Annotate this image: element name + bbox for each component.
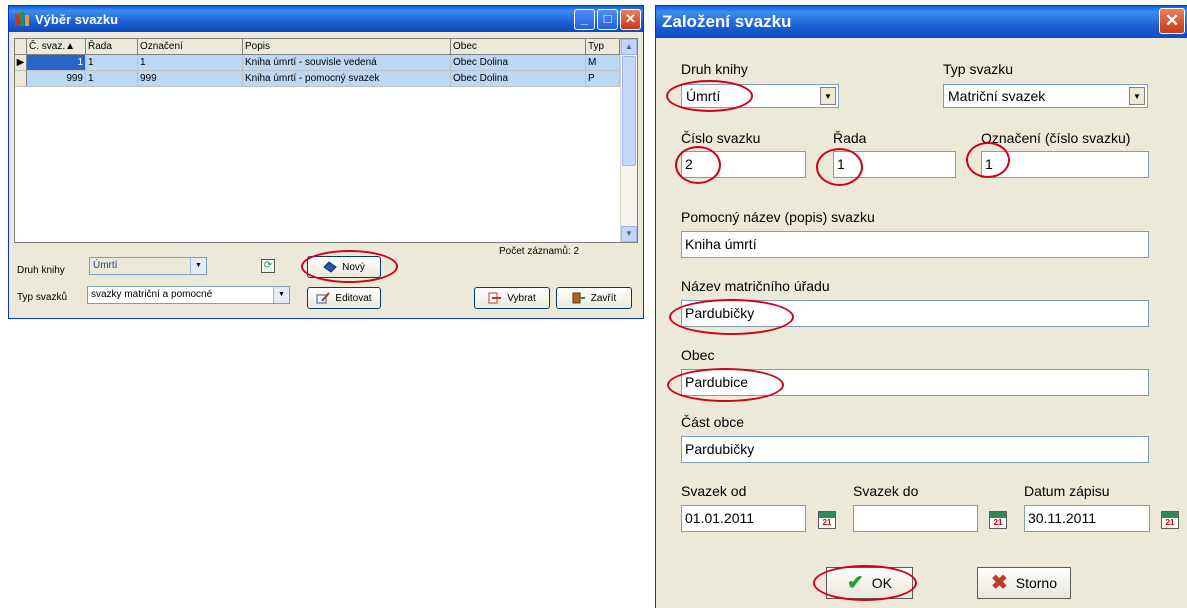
ok-button[interactable]: ✔ OK [826, 567, 913, 599]
calendar-icon[interactable]: 21 [1161, 511, 1179, 529]
cell-oznaceni[interactable]: 1 [138, 55, 243, 71]
cell-rada[interactable]: 1 [86, 55, 138, 71]
nazev-uradu-label: Název matričního úřadu [681, 278, 830, 294]
oznaceni-input[interactable]: 1 [981, 151, 1149, 178]
chevron-down-icon[interactable]: ▼ [820, 87, 836, 105]
typ-svazku-label: Typ svazku [943, 61, 1014, 77]
typ-svazku-label: Typ svazků [17, 292, 68, 303]
obec-input[interactable]: Pardubice [681, 369, 1149, 396]
svazky-table[interactable]: Č. svaz.▲ Řada Označení Popis Obec Typ ▶… [14, 38, 638, 243]
close-button[interactable]: ✕ [1159, 8, 1185, 34]
table-header: Č. svaz.▲ Řada Označení Popis Obec Typ [15, 39, 620, 55]
edit-icon [316, 292, 331, 304]
typ-svazku-select[interactable]: svazky matriční a pomocné ▼ [87, 286, 290, 304]
record-count: Počet záznamů: 2 [499, 246, 580, 257]
column-header-rada[interactable]: Řada [86, 39, 138, 55]
obec-label: Obec [681, 347, 715, 363]
svazek-od-input[interactable]: 01.01.2011 [681, 505, 806, 532]
cast-obce-input[interactable]: Pardubičky [681, 436, 1149, 463]
datum-zapisu-label: Datum zápisu [1024, 483, 1110, 499]
refresh-icon[interactable]: ⟳ [261, 259, 275, 273]
datum-zapisu-input[interactable]: 30.11.2011 [1024, 505, 1150, 532]
zavrit-button[interactable]: Zavřít [556, 287, 632, 309]
vybrat-button[interactable]: Vybrat [474, 287, 550, 309]
rada-label: Řada [833, 130, 867, 146]
cell-oznaceni[interactable]: 999 [138, 71, 243, 87]
column-header-popis[interactable]: Popis [243, 39, 451, 55]
title-bar[interactable]: Výběr svazku _ □ ✕ [9, 6, 643, 32]
cell-obec[interactable]: Obec Dolina [451, 55, 586, 71]
cislo-svazku-input[interactable]: 2 [681, 151, 806, 178]
cell-obec[interactable]: Obec Dolina [451, 71, 586, 87]
chevron-down-icon[interactable]: ▼ [1129, 87, 1145, 105]
cell-rada[interactable]: 1 [86, 71, 138, 87]
row-indicator [15, 71, 27, 87]
druh-knihy-label: Druh knihy [681, 61, 748, 77]
close-button[interactable]: ✕ [620, 9, 641, 30]
cancel-x-icon: ✖ [990, 572, 1008, 594]
storno-button[interactable]: ✖ Storno [977, 567, 1071, 599]
druh-knihy-select[interactable]: Úmrtí ▼ [681, 84, 839, 108]
table-row[interactable]: ▶ 1 1 1 Kniha úmrtí - souvisle vedená Ob… [15, 55, 620, 71]
column-header-typ[interactable]: Typ [586, 39, 620, 55]
row-pointer-icon: ▶ [15, 55, 27, 71]
cell-typ[interactable]: P [586, 71, 620, 87]
column-header-cislo[interactable]: Č. svaz.▲ [27, 39, 86, 55]
column-header-oznaceni[interactable]: Označení [138, 39, 243, 55]
pomocny-nazev-input[interactable]: Kniha úmrtí [681, 231, 1149, 258]
exit-door-icon [572, 292, 586, 304]
indicator-header [15, 39, 27, 55]
scroll-down-icon[interactable]: ▼ [621, 226, 637, 242]
title-bar[interactable]: Založení svazku ✕ [656, 6, 1187, 38]
cislo-svazku-label: Číslo svazku [681, 130, 761, 146]
zalozeni-svazku-dialog: Založení svazku ✕ Druh knihy Úmrtí ▼ Typ… [655, 5, 1187, 608]
svazek-od-label: Svazek od [681, 483, 747, 499]
vertical-scrollbar[interactable]: ▲ ▼ [620, 39, 637, 242]
select-icon [488, 292, 502, 304]
maximize-button[interactable]: □ [597, 9, 618, 30]
druh-knihy-label: Druh knihy [17, 265, 65, 276]
cell-popis[interactable]: Kniha úmrtí - souvisle vedená [243, 55, 451, 71]
cast-obce-label: Část obce [681, 414, 745, 430]
new-record-icon [323, 261, 337, 273]
dialog-title: Založení svazku [662, 12, 792, 31]
druh-knihy-select[interactable]: Úmrtí ▼ [89, 257, 207, 275]
cell-cislo[interactable]: 1 [27, 55, 86, 71]
books-icon [15, 12, 29, 26]
rada-input[interactable]: 1 [833, 151, 956, 178]
checkmark-icon: ✔ [847, 572, 864, 594]
chevron-down-icon[interactable]: ▼ [190, 258, 206, 274]
pomocny-nazev-label: Pomocný název (popis) svazku [681, 209, 875, 225]
cell-cislo[interactable]: 999 [27, 71, 86, 87]
typ-svazku-select[interactable]: Matriční svazek ▼ [943, 84, 1148, 108]
cell-typ[interactable]: M [586, 55, 620, 71]
scroll-thumb[interactable] [622, 56, 636, 166]
chevron-down-icon[interactable]: ▼ [273, 287, 289, 303]
calendar-icon[interactable]: 21 [818, 511, 836, 529]
window-title: Výběr svazku [35, 11, 119, 27]
calendar-icon[interactable]: 21 [989, 511, 1007, 529]
oznaceni-label: Označení (číslo svazku) [981, 130, 1131, 146]
table-row[interactable]: 999 1 999 Kniha úmrtí - pomocný svazek O… [15, 71, 620, 87]
vyber-svazku-window: Výběr svazku _ □ ✕ Č. svaz.▲ Řada Označe… [8, 5, 644, 319]
scroll-up-icon[interactable]: ▲ [621, 39, 637, 55]
column-header-obec[interactable]: Obec [451, 39, 586, 55]
editovat-button[interactable]: Editovat [307, 287, 381, 309]
cell-popis[interactable]: Kniha úmrtí - pomocný svazek [243, 71, 451, 87]
minimize-button[interactable]: _ [574, 9, 595, 30]
sort-ascending-icon: ▲ [65, 41, 76, 52]
nazev-uradu-input[interactable]: Pardubičky [681, 300, 1149, 327]
svazek-do-label: Svazek do [853, 483, 919, 499]
novy-button[interactable]: Nový [307, 256, 381, 278]
svazek-do-input[interactable] [853, 505, 978, 532]
